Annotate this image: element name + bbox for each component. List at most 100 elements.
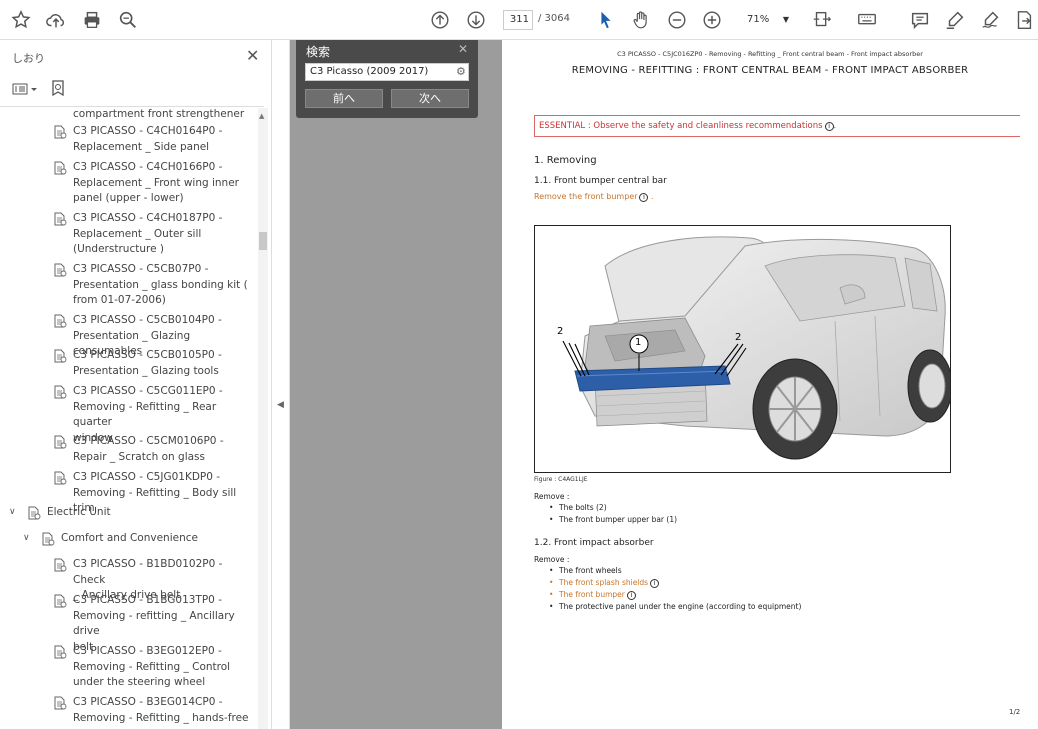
bookmark-label-line2: Presentation _ glass bonding kit ( bbox=[73, 278, 248, 291]
list-item[interactable]: ∨ Electric Unit bbox=[9, 505, 111, 521]
bookmark-label: C3 PICASSO - C5CM0106P0 - bbox=[73, 435, 224, 447]
remove-bumper-link[interactable]: Remove the front bumper i . bbox=[534, 192, 654, 202]
zoom-select[interactable]: 71% ▼ bbox=[737, 10, 793, 30]
main-toolbar: 311 / 3064 71% ▼ bbox=[0, 0, 1038, 40]
remove-label: Remove : bbox=[534, 492, 570, 501]
zoom-in-icon[interactable] bbox=[700, 8, 724, 32]
list-item: The front wheels bbox=[549, 565, 801, 577]
page-total: / 3064 bbox=[538, 13, 570, 24]
cursor-icon[interactable] bbox=[594, 8, 618, 32]
list-item[interactable]: C3 PICASSO - B3EG014CP0 - Removing - Ref… bbox=[54, 695, 249, 726]
bookmark-list: compartment front strengthener C3 PICASS… bbox=[0, 108, 258, 729]
list-item[interactable]: C3 PICASSO - C4CH0166P0 - Replacement _ … bbox=[54, 160, 239, 207]
zoom-search-icon[interactable] bbox=[116, 8, 140, 32]
document-icon bbox=[53, 263, 67, 283]
scrollbar-thumb[interactable] bbox=[259, 232, 267, 250]
bookmark-label: C3 PICASSO - B1BD0102P0 - Check bbox=[73, 558, 223, 586]
list-item[interactable]: C3 PICASSO - C4CH0187P0 - Replacement _ … bbox=[54, 211, 223, 258]
document-icon bbox=[53, 314, 67, 334]
bookmark-label: C3 PICASSO - C4CH0187P0 - bbox=[73, 212, 223, 224]
callout-label: 2 bbox=[735, 332, 742, 343]
list-item[interactable]: C3 PICASSO - B3EG012EP0 - Removing - Ref… bbox=[54, 644, 230, 691]
bookmark-label: C3 PICASSO - B1BG013TP0 - bbox=[73, 594, 222, 606]
list-item[interactable]: C3 PICASSO - C5CB07P0 - Presentation _ g… bbox=[54, 262, 248, 309]
upload-cloud-icon[interactable] bbox=[44, 8, 68, 32]
bookmark-label: C3 PICASSO - C4CH0164P0 - bbox=[73, 125, 223, 137]
bookmark-label-line2: Repair _ Scratch on glass bbox=[73, 450, 205, 463]
list-item[interactable]: compartment front strengthener bbox=[73, 108, 244, 123]
document-icon bbox=[53, 594, 67, 614]
print-icon[interactable] bbox=[80, 8, 104, 32]
chevron-left-icon[interactable]: ◀ bbox=[277, 400, 284, 410]
next-button[interactable]: 次へ bbox=[391, 89, 469, 108]
document-icon bbox=[53, 212, 67, 232]
remove-list-1: The bolts (2) The front bumper upper bar… bbox=[549, 502, 677, 526]
chevron-up-icon[interactable]: ▲ bbox=[259, 112, 264, 120]
bookmark-label-line2: Replacement _ Outer sill bbox=[73, 227, 202, 240]
star-icon[interactable] bbox=[9, 8, 33, 32]
highlight-pen-icon[interactable] bbox=[943, 8, 967, 32]
essential-text: ESSENTIAL : Observe the safety and clean… bbox=[539, 121, 823, 131]
fit-page-icon[interactable] bbox=[810, 8, 834, 32]
document-icon bbox=[53, 558, 67, 578]
bookmarks-panel: しおり ✕ compartment front strengthener C3 … bbox=[0, 40, 272, 729]
page-down-icon[interactable] bbox=[464, 8, 488, 32]
bookmark-label-line2: Replacement _ Front wing inner bbox=[73, 176, 239, 189]
info-icon[interactable]: i bbox=[639, 193, 649, 202]
close-icon[interactable]: ✕ bbox=[458, 42, 468, 56]
heading-1-2: 1.2. Front impact absorber bbox=[534, 538, 654, 548]
bookmark-label: C3 PICASSO - C5CG011EP0 - bbox=[73, 385, 223, 397]
bookmark-label: C3 PICASSO - C5CB0104P0 - bbox=[73, 314, 222, 326]
document-icon bbox=[53, 435, 67, 455]
list-item-link[interactable]: The front splash shieldsi bbox=[549, 577, 801, 589]
bookmark-search-icon[interactable] bbox=[50, 79, 66, 101]
car-illustration bbox=[562, 236, 950, 460]
info-icon[interactable]: i bbox=[650, 579, 660, 588]
remove-list-2: The front wheels The front splash shield… bbox=[549, 565, 802, 613]
heading-1-1: 1.1. Front bumper central bar bbox=[534, 176, 667, 186]
list-options-icon[interactable] bbox=[12, 81, 38, 100]
page-up-icon[interactable] bbox=[428, 8, 452, 32]
search-title: 検索 bbox=[306, 45, 331, 59]
bookmark-label: C3 PICASSO - C5JG01KDP0 - bbox=[73, 471, 221, 483]
list-item-link[interactable]: The front bumperi bbox=[549, 589, 801, 601]
bookmark-label-line2: Replacement _ Side panel bbox=[73, 140, 210, 153]
bookmark-label: C3 PICASSO - B3EG014CP0 - bbox=[73, 696, 223, 708]
gear-icon[interactable]: ⚙ bbox=[456, 64, 466, 80]
zoom-out-icon[interactable] bbox=[665, 8, 689, 32]
list-item: The bolts (2) bbox=[549, 502, 677, 514]
page-number-input[interactable]: 311 bbox=[503, 10, 533, 30]
sign-icon[interactable] bbox=[979, 8, 1003, 32]
search-input[interactable]: C3 Picasso (2009 2017) ⚙ bbox=[305, 63, 469, 81]
list-item[interactable]: C3 PICASSO - C5CB0105P0 - Presentation _… bbox=[54, 348, 222, 379]
document-icon bbox=[53, 471, 67, 491]
prev-button[interactable]: 前へ bbox=[305, 89, 383, 108]
bookmark-label-line3: under the steering wheel bbox=[73, 676, 206, 688]
document-page: C3 PICASSO - C5JC016ZP0 - Removing - Ref… bbox=[502, 40, 1038, 729]
list-item[interactable]: C3 PICASSO - C5CM0106P0 - Repair _ Scrat… bbox=[54, 434, 224, 465]
export-icon[interactable] bbox=[1012, 8, 1036, 32]
document-icon bbox=[53, 161, 67, 181]
link-text: Remove the front bumper bbox=[534, 192, 638, 201]
list-item-text: The protective panel under the engine (a… bbox=[559, 602, 802, 611]
document-icon bbox=[53, 385, 67, 405]
info-icon[interactable]: i bbox=[626, 591, 636, 600]
sidebar-scrollbar[interactable]: ▲ bbox=[258, 108, 268, 729]
comment-icon[interactable] bbox=[908, 8, 932, 32]
keyboard-icon[interactable] bbox=[855, 8, 879, 32]
chevron-down-icon: ▼ bbox=[782, 15, 789, 24]
hand-icon[interactable] bbox=[629, 8, 653, 32]
list-item[interactable]: C3 PICASSO - C4CH0164P0 - Replacement _ … bbox=[54, 124, 223, 155]
essential-notice: ESSENTIAL : Observe the safety and clean… bbox=[534, 115, 1020, 137]
document-icon bbox=[53, 349, 67, 369]
info-icon[interactable]: i bbox=[824, 122, 834, 131]
close-icon[interactable]: ✕ bbox=[246, 46, 259, 65]
bookmark-label: C3 PICASSO - C5CB07P0 - bbox=[73, 263, 209, 275]
chevron-down-icon[interactable]: ∨ bbox=[9, 505, 16, 521]
chevron-down-icon[interactable]: ∨ bbox=[23, 531, 30, 547]
bookmark-label-line3: panel (upper - lower) bbox=[73, 192, 184, 204]
search-panel: 検索 ✕ C3 Picasso (2009 2017) ⚙ 前へ 次へ bbox=[296, 40, 478, 118]
bookmark-label-line3: from 01-07-2006) bbox=[73, 294, 166, 306]
panel-collapse-handle[interactable]: ◀ bbox=[272, 40, 290, 729]
list-item[interactable]: ∨ Comfort and Convenience bbox=[23, 531, 198, 547]
